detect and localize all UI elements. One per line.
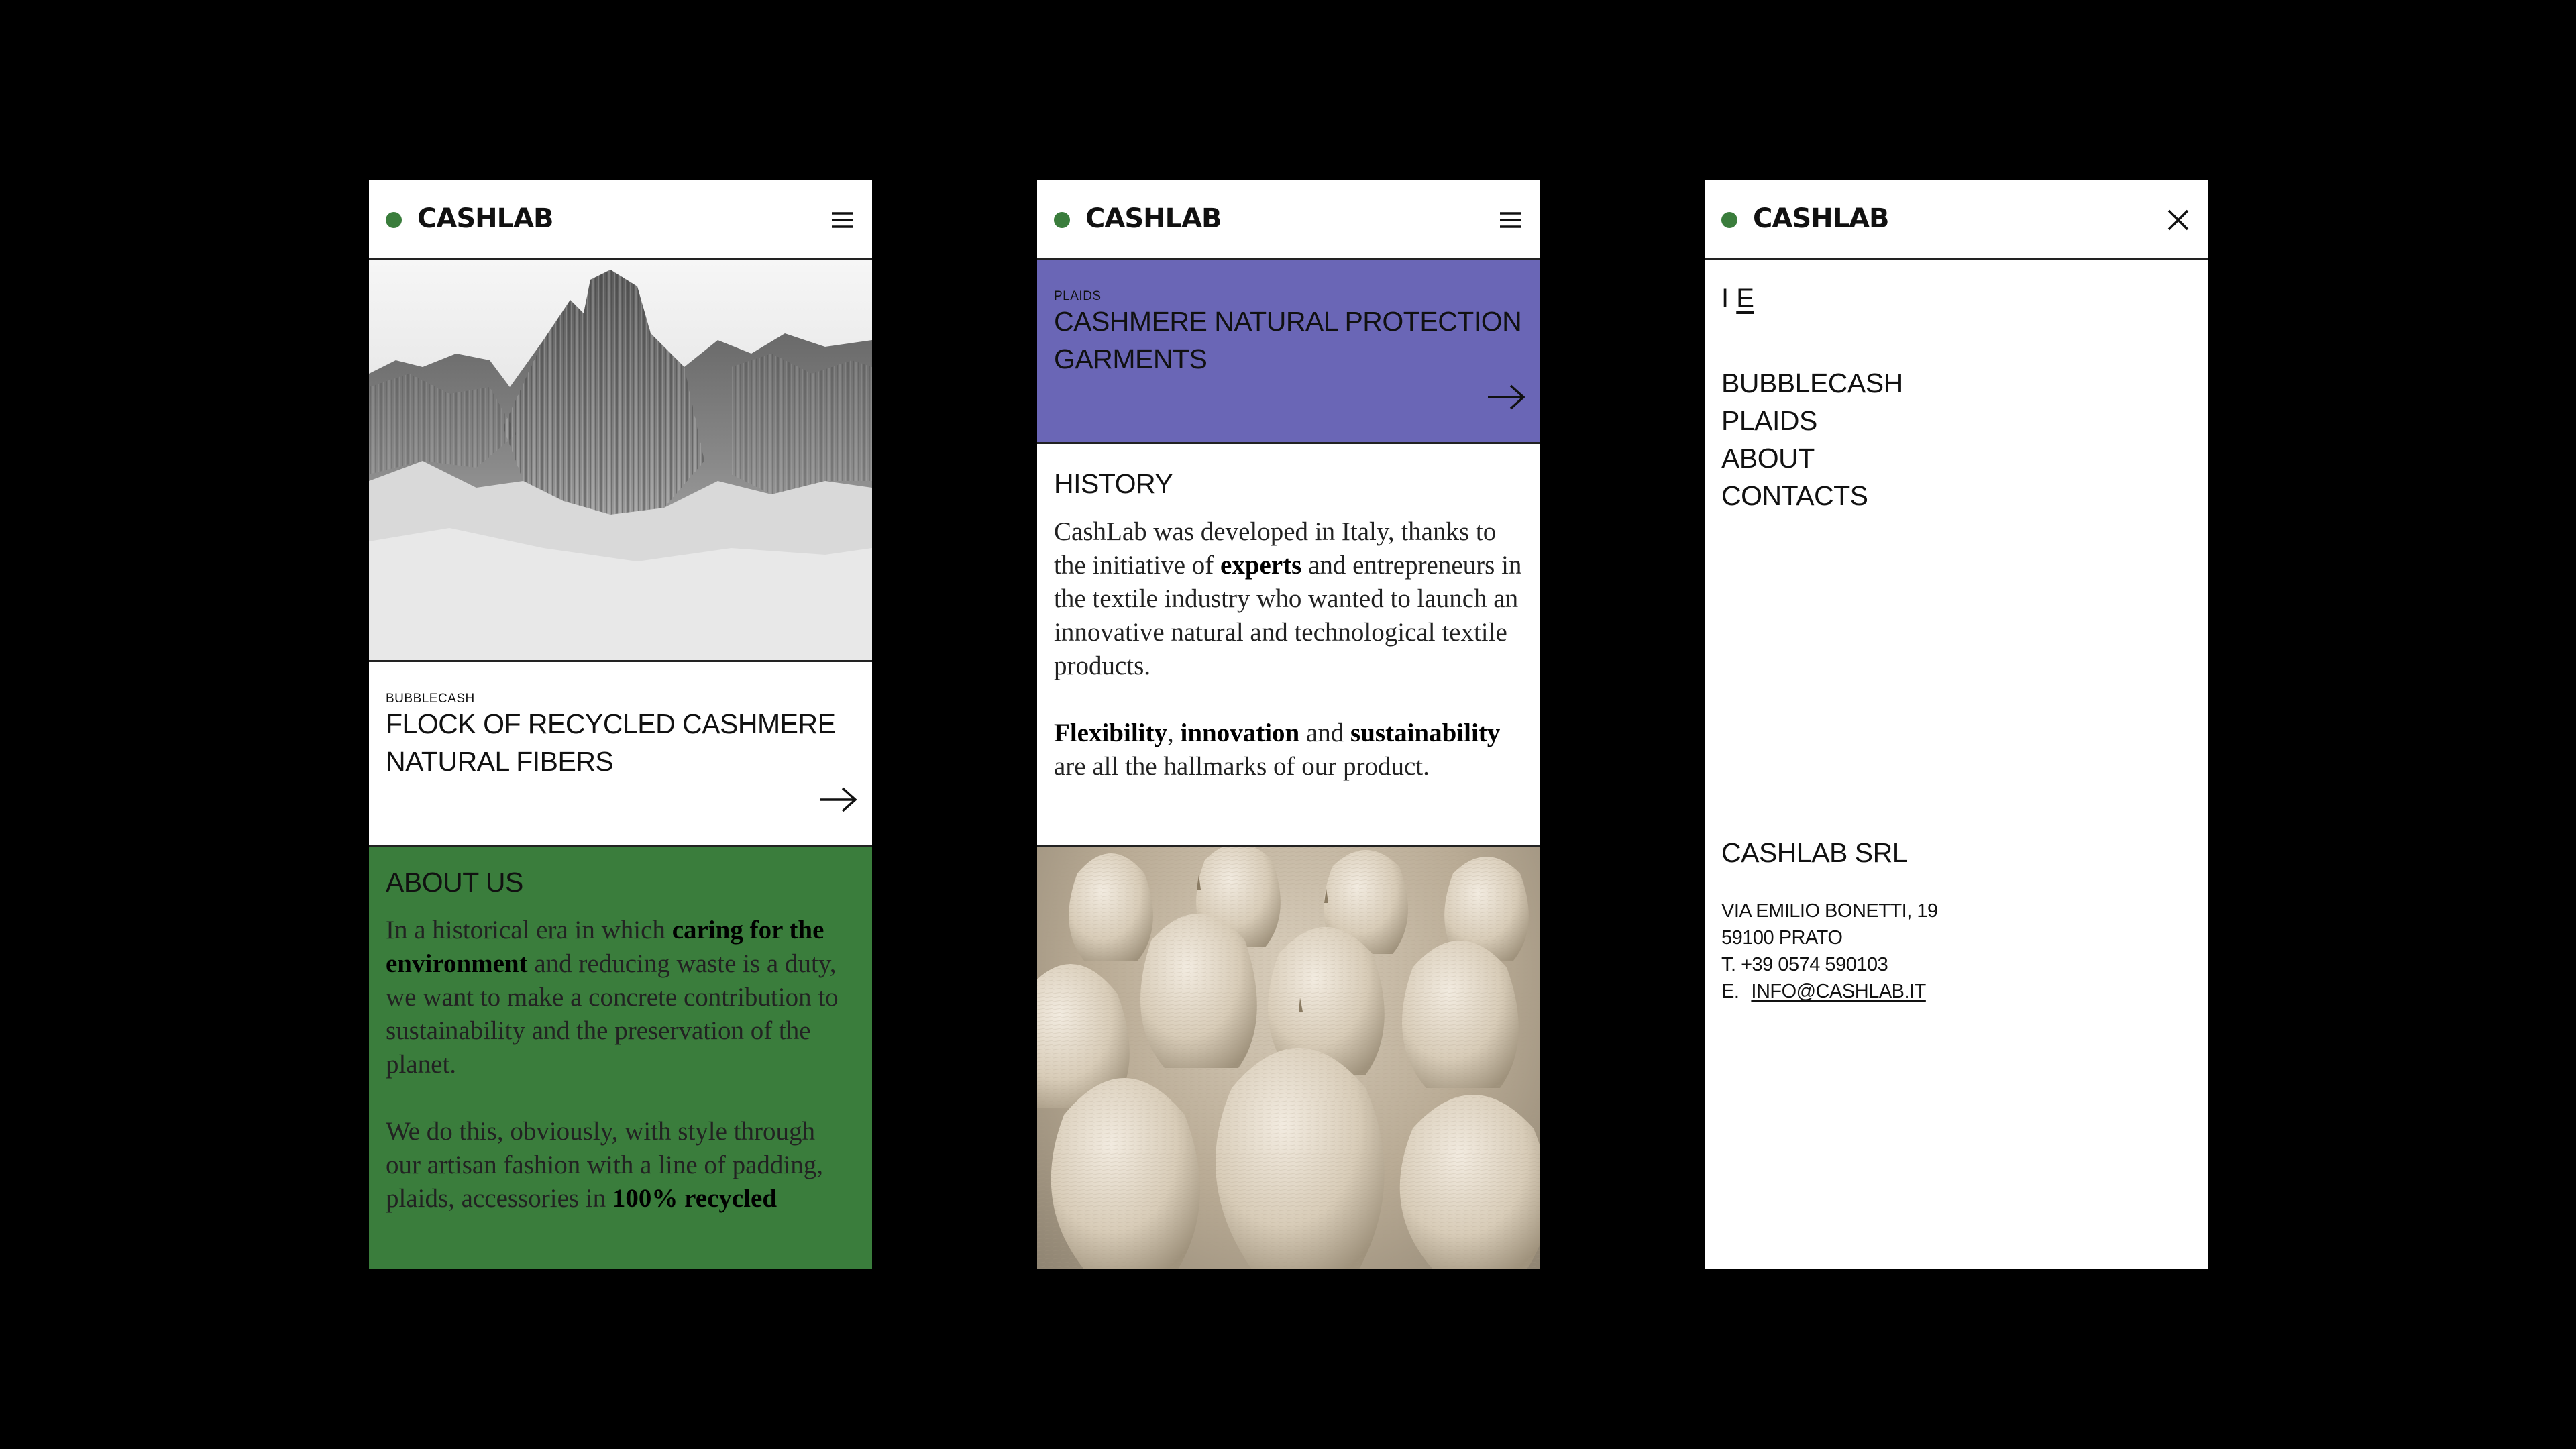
nav-item-bubblecash[interactable]: BUBBLECASH	[1721, 364, 1903, 402]
company-name: CASHLAB SRL	[1721, 837, 1908, 868]
history-title: HISTORY	[1054, 468, 1173, 499]
brand-logo[interactable]: CASHLAB	[1085, 202, 1222, 235]
arrow-right-icon[interactable]	[818, 786, 857, 813]
mobile-screen-home: CASHLAB BUBBLECASH FLOCK OF RECYCLED CAS…	[369, 180, 872, 1269]
email-prefix: E.	[1721, 981, 1739, 1002]
card-title-line-2: NATURAL FIBERS	[386, 746, 614, 777]
card-title: CASHMERE NATURAL PROTECTION GARMENTS	[1054, 303, 1522, 378]
card-title-line-1: FLOCK OF RECYCLED CASHMERE	[386, 708, 836, 739]
lang-en[interactable]: E	[1736, 284, 1754, 313]
company-address: VIA EMILIO BONETTI, 19 59100 PRATO T. +3…	[1721, 898, 1938, 1005]
brand-dot-icon	[386, 212, 402, 228]
card-kicker: PLAIDS	[1054, 289, 1102, 303]
main-nav: BUBBLECASH PLAIDS ABOUT CONTACTS	[1721, 364, 1903, 515]
history-paragraph-1: CashLab was developed in Italy, thanks t…	[1054, 517, 1522, 680]
history-section: HISTORY CashLab was developed in Italy, …	[1037, 444, 1540, 847]
nav-item-contacts[interactable]: CONTACTS	[1721, 477, 1903, 515]
nav-item-about[interactable]: ABOUT	[1721, 439, 1903, 477]
about-paragraph-1: In a historical era in which caring for …	[386, 916, 839, 1079]
address-phone: T. +39 0574 590103	[1721, 954, 1888, 975]
header: CASHLAB	[1705, 180, 2208, 260]
about-paragraph-2: We do this, obviously, with style throug…	[386, 1117, 824, 1213]
brand-dot-icon	[1721, 212, 1737, 228]
email-link[interactable]: INFO@CASHLAB.IT	[1751, 981, 1926, 1002]
product-card-bubblecash[interactable]: BUBBLECASH FLOCK OF RECYCLED CASHMERE NA…	[369, 662, 872, 847]
brand-logo[interactable]: CASHLAB	[1753, 202, 1890, 235]
nav-item-plaids[interactable]: PLAIDS	[1721, 402, 1903, 439]
yarn-cones-image	[1037, 847, 1540, 1269]
mobile-screen-history: CASHLAB PLAIDS CASHMERE NATURAL PROTECTI…	[1037, 180, 1540, 1269]
language-switcher: I E	[1721, 284, 1754, 314]
history-paragraph-2: Flexibility, innovation and sustainabili…	[1054, 718, 1501, 781]
hamburger-icon[interactable]	[1496, 205, 1525, 235]
close-icon[interactable]	[2163, 205, 2193, 235]
arrow-right-icon[interactable]	[1487, 384, 1525, 411]
address-city: 59100 PRATO	[1721, 927, 1843, 949]
card-title-line-2: GARMENTS	[1054, 343, 1208, 374]
about-section: ABOUT US In a historical era in which ca…	[369, 847, 872, 1269]
address-street: VIA EMILIO BONETTI, 19	[1721, 900, 1938, 922]
hero-mountain-image	[369, 260, 872, 662]
hamburger-icon[interactable]	[828, 205, 857, 235]
brand-logo[interactable]: CASHLAB	[417, 202, 554, 235]
address-email-row: E. INFO@CASHLAB.IT	[1721, 978, 1938, 1005]
mobile-screen-menu: CASHLAB I E BUBBLECASH PLAIDS ABOUT CONT…	[1705, 180, 2208, 1269]
about-title: ABOUT US	[386, 867, 523, 898]
card-title-line-1: CASHMERE NATURAL PROTECTION	[1054, 306, 1522, 337]
header: CASHLAB	[1037, 180, 1540, 260]
card-kicker: BUBBLECASH	[386, 692, 475, 706]
card-title: FLOCK OF RECYCLED CASHMERE NATURAL FIBER…	[386, 705, 836, 780]
product-card-plaids[interactable]: PLAIDS CASHMERE NATURAL PROTECTION GARME…	[1037, 260, 1540, 444]
brand-dot-icon	[1054, 212, 1070, 228]
lang-it[interactable]: I	[1721, 284, 1729, 313]
header: CASHLAB	[369, 180, 872, 260]
